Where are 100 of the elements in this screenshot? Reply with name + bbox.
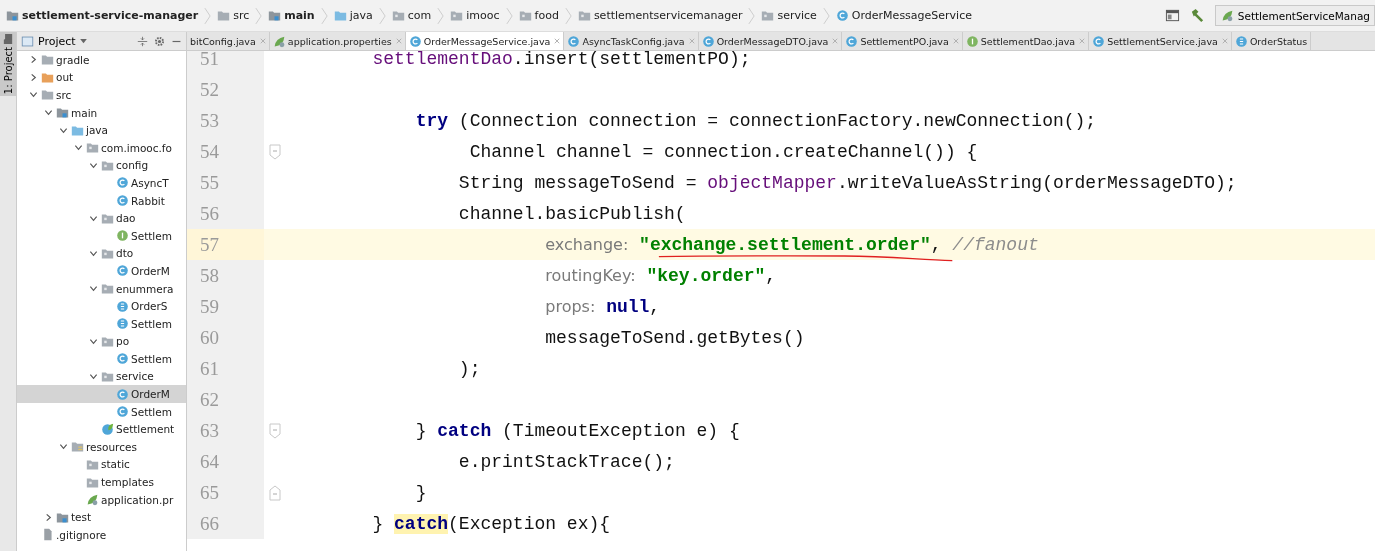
hammer-icon[interactable] <box>1189 8 1205 23</box>
fold-marker-icon[interactable] <box>269 422 281 439</box>
breadcrumb-item[interactable]: imooc <box>448 9 502 22</box>
editor-tab[interactable]: bitConfig.java <box>187 32 270 50</box>
tree-item[interactable]: po <box>17 332 186 351</box>
editor-tab[interactable]: SettlementService.java <box>1089 32 1232 50</box>
project-tool-button[interactable]: 1: Project <box>0 32 16 97</box>
editor-tab[interactable]: OrderMessageService.java <box>405 32 565 50</box>
breadcrumb-item[interactable]: food <box>516 9 561 22</box>
tree-item[interactable]: gradle <box>17 51 186 69</box>
editor-tab[interactable]: OrderMessageDTO.java <box>698 32 843 50</box>
tree-item[interactable]: dao <box>17 209 186 227</box>
tree-item[interactable]: config <box>17 156 186 175</box>
chevron-down-icon[interactable] <box>88 372 98 381</box>
tree-item[interactable]: java <box>17 121 186 139</box>
chevron-down-icon[interactable] <box>88 284 98 293</box>
editor-tab[interactable]: application.properties <box>269 32 406 50</box>
collapse-icon[interactable] <box>137 35 148 47</box>
tree-item[interactable]: OrderM <box>17 385 186 403</box>
tree-item[interactable]: dto <box>17 244 186 263</box>
breadcrumb-item[interactable]: java <box>331 9 375 22</box>
code-line: ); <box>457 358 481 379</box>
tree-item[interactable]: enummera <box>17 279 186 298</box>
breadcrumb-item[interactable]: com <box>389 9 434 22</box>
tree-item[interactable]: OrderM <box>17 262 186 280</box>
folder-icon <box>577 9 591 22</box>
enum-icon <box>116 299 129 313</box>
tree-item[interactable]: Settlem <box>17 402 186 421</box>
folder-icon <box>3 34 13 44</box>
class-icon <box>116 387 129 401</box>
folder-icon <box>518 9 532 22</box>
code-line: Channel channel = connection.createChannel()) { <box>468 141 978 162</box>
tree-item[interactable]: templates <box>17 473 186 491</box>
class-icon <box>567 34 581 48</box>
line-number: 66 <box>187 508 264 539</box>
folder-icon <box>41 53 54 67</box>
settings-icon[interactable] <box>154 35 165 47</box>
tree-item[interactable]: com.imooc.fo <box>17 138 186 157</box>
project-view-dropdown[interactable]: Project <box>21 34 87 48</box>
breadcrumb-item[interactable]: src <box>215 9 252 22</box>
folder-icon <box>391 9 405 22</box>
code-line: } catch(Exception ex){ <box>371 513 611 534</box>
breadcrumb-item[interactable]: service <box>759 9 819 22</box>
tree-item[interactable]: Settlement <box>17 420 186 439</box>
code-line: settlementDao.insert(settlementPO); <box>371 51 751 69</box>
separator-icon <box>564 6 572 25</box>
tree-item[interactable]: src <box>17 86 186 104</box>
tree-item[interactable]: OrderS <box>17 297 186 315</box>
folder-icon <box>86 475 99 489</box>
line-number: 54 <box>187 136 264 167</box>
tree-item[interactable]: resources <box>17 438 186 456</box>
tree-item[interactable]: application.pr <box>17 490 186 509</box>
folder-icon <box>6 9 19 22</box>
editor-tab[interactable]: SettlementPO.java <box>842 32 963 50</box>
tree-item[interactable]: Rabbit <box>17 191 186 210</box>
folder-icon <box>268 9 282 22</box>
breadcrumb-item[interactable]: OrderMessageService <box>833 9 974 22</box>
class-icon <box>408 34 422 48</box>
separator-icon <box>204 6 212 25</box>
editor-tab[interactable]: SettlementDao.java <box>962 32 1090 50</box>
tree-item[interactable]: Settlem <box>17 226 186 245</box>
leaf-icon <box>86 493 99 507</box>
window-icon[interactable] <box>1164 8 1180 23</box>
tree-item[interactable]: out <box>17 68 186 87</box>
chevron-down-icon[interactable] <box>43 108 53 118</box>
panel-icon <box>21 34 34 48</box>
chevron-down-icon[interactable] <box>58 442 68 452</box>
breadcrumb-item[interactable]: main <box>266 9 317 22</box>
tree-item[interactable]: service <box>17 367 186 386</box>
editor-tab[interactable]: AsyncTaskConfig.java <box>564 32 699 50</box>
class-icon <box>116 176 129 190</box>
folder-icon <box>41 70 54 84</box>
enum-icon <box>1234 34 1248 48</box>
separator-icon <box>320 6 328 25</box>
class-icon <box>835 9 849 22</box>
class-icon <box>116 264 129 278</box>
tree-item[interactable]: test <box>17 508 186 527</box>
editor-tab[interactable]: OrderStatus <box>1231 32 1312 50</box>
file-icon <box>41 528 54 542</box>
folder-icon <box>101 334 114 348</box>
chevron-down-icon[interactable] <box>28 90 38 100</box>
tree-item[interactable]: main <box>17 103 186 122</box>
line-number: 57 <box>187 229 264 260</box>
folder-icon <box>41 88 54 102</box>
breadcrumb-item[interactable]: settlement-service-manager <box>4 9 201 22</box>
tree-item[interactable]: AsyncT <box>17 174 186 192</box>
folder-icon <box>56 510 69 524</box>
run-configuration-dropdown[interactable]: SettlementServiceManag <box>1214 5 1375 26</box>
chevron-down-icon[interactable] <box>73 143 83 153</box>
fold-marker-icon[interactable] <box>269 484 281 501</box>
tree-item[interactable]: static <box>17 455 186 474</box>
tree-item[interactable]: .gitignore <box>17 526 186 544</box>
breadcrumb-item[interactable]: settlementservicemanager <box>575 9 745 22</box>
code-line: props: null, <box>544 296 661 317</box>
folder-icon <box>71 123 84 137</box>
code-line: exchange: "exchange.settlement.order", //fanout <box>544 234 1039 255</box>
line-number: 52 <box>187 74 264 105</box>
tree-item[interactable]: Settlem <box>17 350 186 368</box>
tree-item[interactable]: Settlem <box>17 314 186 333</box>
fold-marker-icon[interactable] <box>269 143 281 160</box>
